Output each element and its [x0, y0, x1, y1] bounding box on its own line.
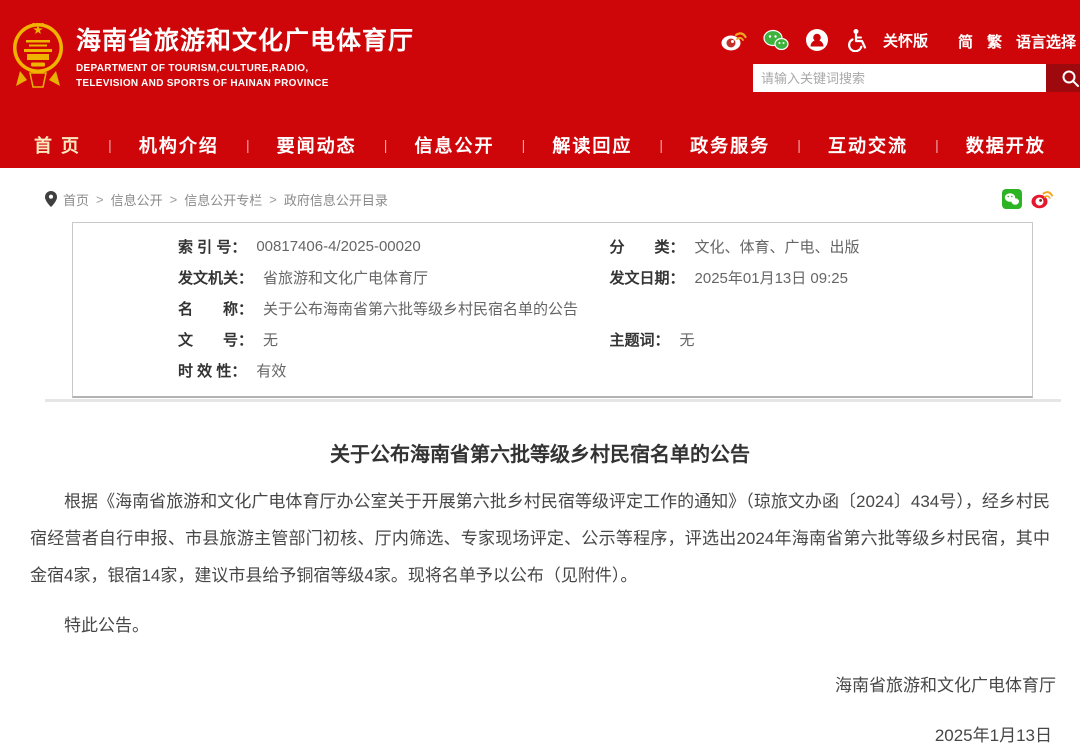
- section-divider: [45, 399, 1061, 402]
- article-closing-line: 特此公告。: [30, 607, 1050, 644]
- nav-separator: |: [522, 137, 526, 153]
- meta-category: 分 类： 文化、体育、广电、出版: [553, 236, 1033, 257]
- table-row: 名 称： 关于公布海南省第六批等级乡村民宿名单的公告: [73, 293, 1032, 324]
- wechat-icon[interactable]: [763, 29, 789, 51]
- nav-separator: |: [108, 137, 112, 153]
- location-pin-icon: [45, 191, 57, 207]
- breadcrumb-separator: >: [96, 192, 104, 207]
- search-button[interactable]: [1046, 64, 1080, 92]
- breadcrumb-home[interactable]: 首页: [63, 190, 89, 209]
- search-icon: [1061, 69, 1079, 87]
- nav-separator: |: [935, 137, 939, 153]
- lang-select-link[interactable]: 语言选择: [1016, 31, 1076, 52]
- article-date: 2025年1月13日: [0, 721, 1080, 746]
- nav-separator: |: [797, 137, 801, 153]
- language-switcher: 简 繁 语言选择: [958, 31, 1076, 52]
- search-bar: [753, 64, 1080, 92]
- nav-separator: |: [659, 137, 663, 153]
- breadcrumb-separator: >: [170, 192, 178, 207]
- wechat-share-icon[interactable]: [1002, 189, 1022, 209]
- nav-item-open-data[interactable]: 数据开放: [966, 132, 1046, 158]
- weibo-share-icon[interactable]: [1031, 189, 1053, 209]
- meta-validity: 时 效 性： 有效: [73, 360, 1032, 381]
- share-icons: [1002, 189, 1053, 209]
- lang-traditional-link[interactable]: 繁: [987, 31, 1002, 52]
- document-meta-table: 索 引 号： 00817406-4/2025-00020 分 类： 文化、体育、…: [72, 222, 1033, 398]
- weibo-icon[interactable]: [721, 29, 747, 51]
- header-social-icons: 关怀版: [721, 27, 928, 53]
- meta-document-number: 文 号： 无: [73, 329, 553, 350]
- nav-item-interpretation[interactable]: 解读回应: [552, 132, 632, 158]
- breadcrumb-info-disclosure[interactable]: 信息公开: [111, 190, 163, 209]
- national-emblem-logo: [12, 16, 64, 100]
- nav-item-interaction[interactable]: 互动交流: [828, 132, 908, 158]
- meta-index-number: 索 引 号： 00817406-4/2025-00020: [73, 236, 553, 257]
- agency-title-english: DEPARTMENT OF TOURISM,CULTURE,RADIO, TEL…: [76, 61, 414, 91]
- lang-simplified-link[interactable]: 简: [958, 31, 973, 52]
- agency-title: 海南省旅游和文化广电体育厅: [76, 26, 414, 56]
- nav-item-news[interactable]: 要闻动态: [277, 132, 357, 158]
- main-nav: 首 页 | 机构介绍 | 要闻动态 | 信息公开 | 解读回应 | 政务服务 |…: [0, 122, 1080, 168]
- client-app-icon[interactable]: [805, 28, 829, 52]
- article-title: 关于公布海南省第六批等级乡村民宿名单的公告: [0, 438, 1080, 467]
- care-version-link[interactable]: 关怀版: [883, 30, 928, 51]
- article-paragraph: 根据《海南省旅游和文化广电体育厅办公室关于开展第六批乡村民宿等级评定工作的通知》…: [30, 483, 1050, 594]
- table-row: 时 效 性： 有效: [73, 355, 1032, 386]
- accessibility-icon[interactable]: [845, 28, 867, 52]
- nav-item-info-disclosure[interactable]: 信息公开: [415, 132, 495, 158]
- nav-separator: |: [384, 137, 388, 153]
- breadcrumb-gov-info-directory[interactable]: 政府信息公开目录: [284, 190, 388, 209]
- meta-document-title: 名 称： 关于公布海南省第六批等级乡村民宿名单的公告: [73, 298, 1032, 319]
- site-header: 海南省旅游和文化广电体育厅 DEPARTMENT OF TOURISM,CULT…: [0, 0, 1080, 168]
- announcement-article: 关于公布海南省第六批等级乡村民宿名单的公告 根据《海南省旅游和文化广电体育厅办公…: [0, 422, 1080, 746]
- nav-item-home[interactable]: 首 页: [34, 132, 81, 158]
- table-row: 发文机关： 省旅游和文化广电体育厅 发文日期： 2025年01月13日 09:2…: [73, 262, 1032, 293]
- meta-issuing-agency: 发文机关： 省旅游和文化广电体育厅: [73, 267, 553, 288]
- agency-branding: 海南省旅游和文化广电体育厅 DEPARTMENT OF TOURISM,CULT…: [76, 26, 414, 91]
- breadcrumb-separator: >: [269, 192, 277, 207]
- nav-item-services[interactable]: 政务服务: [690, 132, 770, 158]
- breadcrumb: 首页 > 信息公开 > 信息公开专栏 > 政府信息公开目录: [45, 186, 1053, 212]
- meta-issue-date: 发文日期： 2025年01月13日 09:25: [553, 267, 1033, 288]
- meta-subject-words: 主题词： 无: [553, 329, 1033, 350]
- nav-item-about[interactable]: 机构介绍: [139, 132, 219, 158]
- search-input[interactable]: [753, 64, 1046, 92]
- table-row: 文 号： 无 主题词： 无: [73, 324, 1032, 355]
- nav-separator: |: [246, 137, 250, 153]
- table-row: 索 引 号： 00817406-4/2025-00020 分 类： 文化、体育、…: [73, 231, 1032, 262]
- article-signature: 海南省旅游和文化广电体育厅: [0, 671, 1080, 696]
- breadcrumb-info-column[interactable]: 信息公开专栏: [184, 190, 262, 209]
